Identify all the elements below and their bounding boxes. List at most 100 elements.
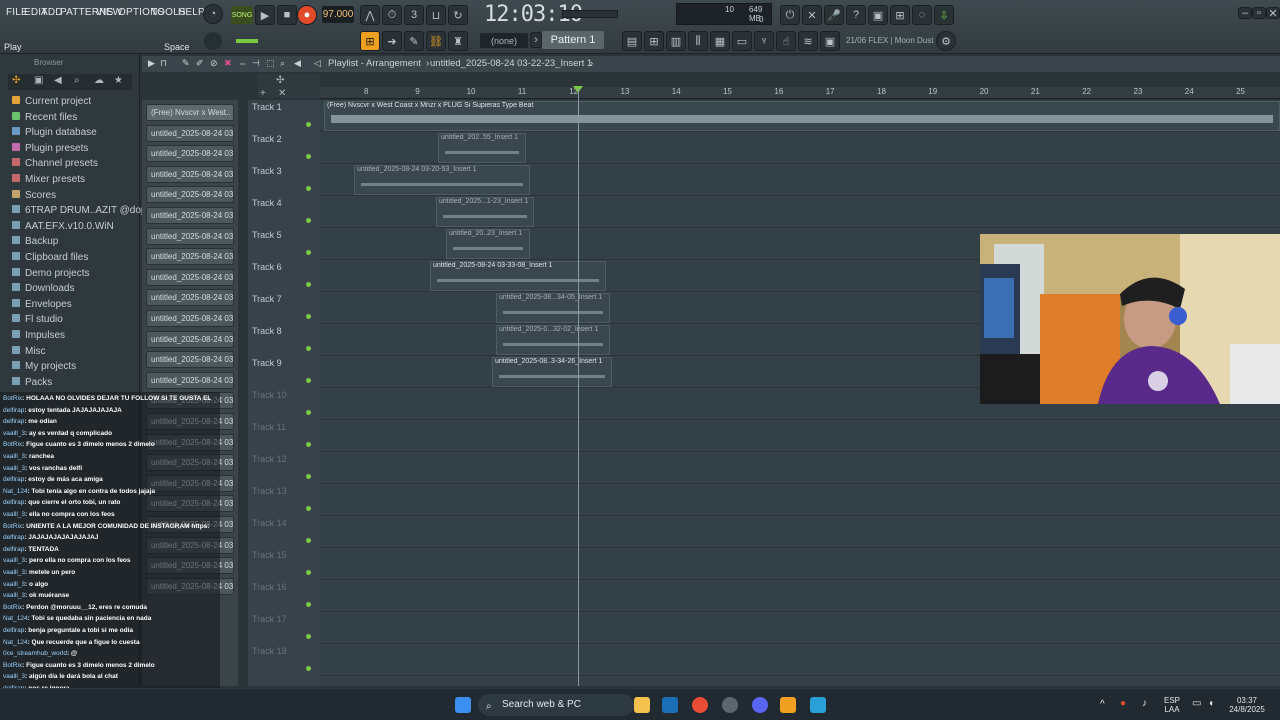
slice-tool-icon[interactable]: ⊣ xyxy=(252,58,260,69)
plugin-icon[interactable]: ⊞ xyxy=(890,5,910,25)
track-label[interactable]: Track 10 xyxy=(252,390,287,400)
browser-item[interactable]: Impulses xyxy=(12,330,65,341)
track-label[interactable]: Track 3 xyxy=(252,166,282,176)
help-icon[interactable]: ? xyxy=(846,5,866,25)
track-label[interactable]: Track 18 xyxy=(252,646,287,656)
playlist-menu-icon[interactable]: ◁ xyxy=(314,58,321,69)
microphone-icon[interactable]: 🎤 xyxy=(824,5,844,25)
pattern-item[interactable]: untitled_2025-08-24 03-.. xyxy=(146,145,234,163)
browser-back-icon[interactable]: ◀ xyxy=(54,75,62,86)
magnet-icon[interactable]: ⊓ xyxy=(160,58,167,69)
track-lane[interactable] xyxy=(320,420,1280,452)
track-active-indicator[interactable] xyxy=(306,570,311,575)
pattern-item[interactable]: untitled_2025-08-24 03-.. xyxy=(146,207,234,224)
track-active-indicator[interactable] xyxy=(306,506,311,511)
browser-item[interactable]: Current project xyxy=(12,96,91,107)
track-label[interactable]: Track 11 xyxy=(252,422,286,432)
audio-clip[interactable]: untitled_2025-0...32-02_Insert 1 xyxy=(496,325,610,355)
browser-item[interactable]: Channel presets xyxy=(12,158,98,169)
cloud-icon[interactable]: ▣ xyxy=(820,31,840,51)
pattern-item[interactable]: untitled_2025-08-24 03-.. xyxy=(146,351,234,369)
audio-clip[interactable]: (Free) Nvscvr x West Coast x Mnzr x PLUG… xyxy=(324,101,1280,131)
browser-item[interactable]: Plugin presets xyxy=(12,142,88,154)
language-indicator[interactable]: ESP LAA xyxy=(1160,696,1184,714)
track-label[interactable]: Track 12 xyxy=(252,454,287,464)
song-mode-toggle[interactable]: SONG xyxy=(231,6,253,24)
pencil-icon[interactable]: ✎ xyxy=(404,31,424,51)
wait-icon[interactable]: ⏱ xyxy=(382,5,402,25)
paint-tool-icon[interactable]: ✐ xyxy=(196,58,204,69)
save-icon[interactable]: ▣ xyxy=(868,5,888,25)
browser-item[interactable]: Mixer presets xyxy=(12,174,85,185)
pattern-item[interactable]: untitled_2025-08-24 03-.. xyxy=(146,186,234,204)
step-sequencer-icon[interactable]: ⊞ xyxy=(644,31,664,51)
browser-item[interactable]: Plugin database xyxy=(12,127,97,138)
track-active-indicator[interactable] xyxy=(306,346,311,351)
track-label[interactable]: Track 4 xyxy=(252,198,282,208)
track-label[interactable]: Track 9 xyxy=(252,358,282,368)
track-active-indicator[interactable] xyxy=(306,154,311,159)
add-track-icon[interactable]: + xyxy=(260,88,266,99)
taskbar-search[interactable]: Search web & PC xyxy=(478,694,634,716)
track-active-indicator[interactable] xyxy=(306,474,311,479)
windows-start-icon[interactable] xyxy=(455,697,471,713)
channel-rack-icon[interactable]: ▦ xyxy=(710,31,730,51)
track-label[interactable]: Track 6 xyxy=(252,262,282,272)
audio-clip[interactable]: untitled_2025-08-24 03-20-53_Insert 1 xyxy=(354,165,530,195)
browser-item[interactable]: 6TRAP DRUM..AZIT @dopekit xyxy=(12,205,162,216)
track-active-indicator[interactable] xyxy=(306,314,311,319)
network-icon[interactable]: ▭ xyxy=(1192,698,1201,709)
browser-item[interactable]: Recent files xyxy=(12,111,77,123)
audio-clip[interactable]: untitled_2025-08-24 03-33-08_Insert 1 xyxy=(430,261,606,291)
browser-item[interactable]: Clipboard files xyxy=(12,252,88,263)
menu-help[interactable]: HELP xyxy=(178,7,205,18)
mute-tool-icon[interactable]: ✖ xyxy=(224,58,232,69)
track-active-indicator[interactable] xyxy=(306,122,311,127)
cpu-icon[interactable]: ⏻ xyxy=(780,5,800,25)
master-pitch-slider[interactable] xyxy=(562,10,618,18)
file-explorer-icon[interactable] xyxy=(634,697,650,713)
download-icon[interactable]: ⇩ xyxy=(934,5,954,25)
arrow-icon[interactable]: ➜ xyxy=(382,31,402,51)
browser-star-icon[interactable]: ★ xyxy=(114,75,123,86)
pattern-item[interactable]: untitled_2025-08-24 03-.. xyxy=(146,248,234,266)
browser-item[interactable]: Fl studio xyxy=(12,314,63,325)
zoom-tool-icon[interactable]: ⌕ xyxy=(280,58,285,69)
master-volume-knob[interactable] xyxy=(204,32,222,50)
track-label[interactable]: Track 13 xyxy=(252,486,287,496)
track-lane[interactable] xyxy=(320,484,1280,516)
track-lane[interactable] xyxy=(320,548,1280,580)
track-lane[interactable] xyxy=(320,452,1280,484)
track-active-indicator[interactable] xyxy=(306,186,311,191)
play-button[interactable]: ▶ xyxy=(255,5,275,25)
track-label[interactable]: Track 8 xyxy=(252,326,282,336)
audio-clip[interactable]: untitled_2025...1-23_Insert 1 xyxy=(436,197,534,227)
flex-settings-icon[interactable]: ⚙ xyxy=(936,31,956,51)
pattern-item[interactable]: untitled_2025-08-24 03-.. xyxy=(146,289,234,307)
link-icon[interactable]: ⛓ xyxy=(426,31,446,51)
browser-item[interactable]: Scores xyxy=(12,189,56,201)
discord-icon[interactable] xyxy=(752,697,768,713)
track-active-indicator[interactable] xyxy=(306,538,311,543)
browser-item[interactable]: Misc xyxy=(12,345,46,357)
pattern-item[interactable]: untitled_2025-08-24 03-.. xyxy=(146,330,234,348)
track-label[interactable]: Track 5 xyxy=(252,230,282,240)
browser-search-icon[interactable]: ⌕ xyxy=(74,75,80,86)
metronome-icon[interactable]: ⋀ xyxy=(360,5,380,25)
track-active-indicator[interactable] xyxy=(306,378,311,383)
snap-icon[interactable]: ⊞ xyxy=(360,31,380,51)
slip-tool-icon[interactable]: ⇔ xyxy=(238,58,247,68)
audio-clip[interactable]: untitled_20..23_Insert 1 xyxy=(446,229,530,259)
browser-item[interactable]: Envelopes xyxy=(12,298,72,310)
countdown-icon[interactable]: 3 xyxy=(404,5,424,25)
track-lane[interactable] xyxy=(320,580,1280,612)
delete-tool-icon[interactable]: ⊘ xyxy=(210,58,218,69)
tempo-display[interactable]: 97.000 xyxy=(322,6,354,23)
select-tool-icon[interactable]: ⬚ xyxy=(266,58,275,69)
track-active-indicator[interactable] xyxy=(306,410,311,415)
steam-icon[interactable] xyxy=(662,697,678,713)
tray-mic-icon[interactable]: ♪ xyxy=(1142,698,1147,709)
playback-tool-icon[interactable]: ◀ xyxy=(294,58,301,69)
pattern-item[interactable]: untitled_2025-08-24 03-.. xyxy=(146,310,234,327)
browser-item[interactable]: Packs xyxy=(12,376,52,388)
